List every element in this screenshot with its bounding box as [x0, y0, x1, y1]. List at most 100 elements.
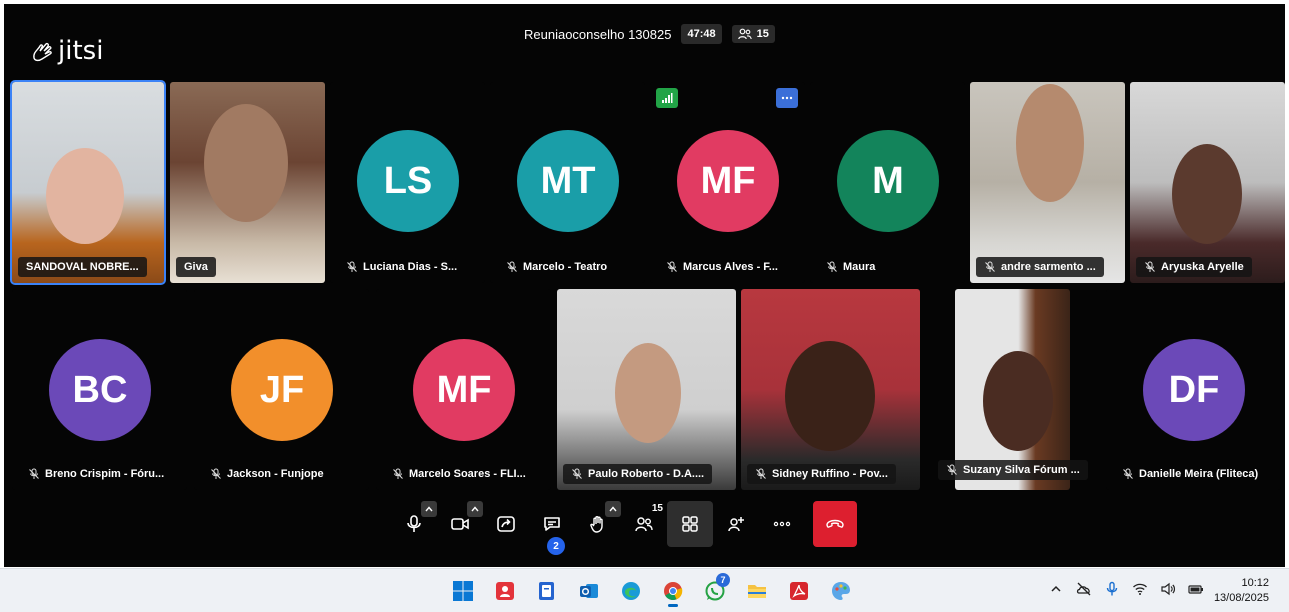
- volume-icon[interactable]: [1160, 581, 1176, 597]
- microphone-icon: [407, 515, 421, 532]
- participant-video: [204, 104, 288, 222]
- participant-name-label: Maura: [824, 257, 883, 277]
- participant-name-label: Marcelo Soares - FLI...: [390, 464, 534, 484]
- clock-time: 10:12: [1241, 577, 1269, 589]
- mic-muted-icon: [392, 468, 404, 480]
- participant-name-label: Jackson - Funjope: [208, 464, 332, 484]
- participant-avatar: MT: [517, 130, 619, 232]
- taskbar-app-edge[interactable]: [615, 575, 647, 607]
- whatsapp-unread-badge: 7: [716, 573, 730, 587]
- more-options-icon[interactable]: [776, 88, 798, 108]
- onedrive-offline-icon[interactable]: [1076, 581, 1092, 597]
- connection-quality-icon[interactable]: [656, 88, 678, 108]
- participant-name-label: Luciana Dias - S...: [344, 257, 465, 277]
- jitsi-hand-icon: [33, 42, 52, 62]
- participant-avatar: LS: [357, 130, 459, 232]
- logo-text: jitsi: [58, 36, 104, 66]
- tile-view-button[interactable]: [667, 501, 713, 547]
- mic-muted-icon: [506, 261, 518, 273]
- more-actions-button[interactable]: [759, 501, 805, 547]
- chevron-up-icon: [425, 506, 433, 512]
- chat-unread-badge: 2: [547, 537, 565, 555]
- participant-tile[interactable]: JF Jackson - Funjope: [194, 289, 369, 490]
- participant-video: [615, 343, 681, 443]
- chevron-up-icon: [471, 506, 479, 512]
- participant-tile[interactable]: Aryuska Aryelle: [1130, 82, 1285, 283]
- participant-name-label: Suzany Silva Fórum ...: [938, 460, 1088, 480]
- participant-name-label: Marcelo - Teatro: [504, 257, 615, 277]
- participant-tile[interactable]: M Maura: [810, 82, 965, 283]
- chevron-up-icon[interactable]: [1048, 581, 1064, 597]
- mic-muted-icon: [946, 464, 958, 476]
- camera-button[interactable]: [437, 501, 483, 547]
- chat-icon: [544, 517, 560, 531]
- participant-tile[interactable]: LS Luciana Dias - S...: [330, 82, 485, 283]
- participant-tile[interactable]: DF Danielle Meira (Fliteca): [1106, 289, 1281, 490]
- participant-name-label: Sidney Ruffino - Pov...: [747, 464, 896, 484]
- camera-options-caret[interactable]: [467, 501, 483, 517]
- participant-tile[interactable]: MF Marcelo Soares - FLI...: [376, 289, 551, 490]
- raise-hand-button[interactable]: [575, 501, 621, 547]
- participant-name-label: Danielle Meira (Fliteca): [1120, 464, 1266, 484]
- meeting-screen: jitsi Reuniaoconselho 130825 47:48 15 SA…: [4, 4, 1285, 567]
- taskbar-app-whatsapp[interactable]: 7: [699, 573, 731, 607]
- participant-tile[interactable]: andre sarmento ...: [970, 82, 1125, 283]
- taskbar-app-contacts[interactable]: [489, 575, 521, 607]
- chat-button[interactable]: 2: [529, 501, 575, 555]
- hangup-button[interactable]: [813, 501, 857, 547]
- add-user-icon: [728, 517, 744, 532]
- participant-tile[interactable]: MF Marcus Alves - F...: [650, 82, 805, 283]
- share-screen-icon: [497, 516, 515, 532]
- windows-icon: [453, 581, 473, 601]
- taskbar-app-chrome[interactable]: [657, 575, 689, 607]
- taskbar-app-notes[interactable]: [531, 575, 563, 607]
- participant-tile[interactable]: Giva: [170, 82, 325, 283]
- start-button[interactable]: [447, 575, 479, 607]
- grid-icon: [682, 516, 698, 532]
- more-horizontal-icon: [773, 521, 791, 527]
- wifi-icon[interactable]: [1132, 581, 1148, 597]
- share-screen-button[interactable]: [483, 501, 529, 547]
- taskbar-app-paint[interactable]: [825, 575, 857, 607]
- edge-icon: [622, 582, 640, 600]
- microphone-button[interactable]: [391, 501, 437, 547]
- invite-button[interactable]: [713, 501, 759, 547]
- battery-icon[interactable]: [1188, 581, 1204, 597]
- participant-tile[interactable]: Paulo Roberto - D.A....: [557, 289, 736, 490]
- participant-tile[interactable]: SANDOVAL NOBRE...: [10, 80, 166, 285]
- camera-icon: [451, 518, 469, 530]
- phone-hangup-icon: [826, 519, 844, 528]
- reactions-options-caret[interactable]: [605, 501, 621, 517]
- taskbar-app-file-explorer[interactable]: [741, 575, 773, 607]
- participants-count-badge: 15: [651, 503, 663, 514]
- participant-name-label: Marcus Alves - F...: [664, 257, 786, 277]
- participant-count: 15: [756, 28, 769, 40]
- meeting-info: Reuniaoconselho 130825 47:48 15: [524, 24, 775, 44]
- taskbar-app-acrobat[interactable]: [783, 575, 815, 607]
- participant-count-badge[interactable]: 15: [731, 25, 775, 43]
- microphone-in-use-icon[interactable]: [1104, 581, 1120, 597]
- participant-tile[interactable]: BC Breno Crispim - Fóru...: [12, 289, 187, 490]
- contacts-icon: [496, 582, 514, 600]
- jitsi-logo[interactable]: jitsi: [30, 36, 103, 66]
- palette-icon: [832, 582, 850, 600]
- raise-hand-icon: [590, 516, 603, 533]
- mic-muted-icon: [826, 261, 838, 273]
- microphone-options-caret[interactable]: [421, 501, 437, 517]
- pdf-icon: [790, 582, 808, 600]
- system-tray: [1048, 581, 1204, 597]
- participant-video: [1172, 144, 1242, 244]
- taskbar-clock[interactable]: 10:12 13/08/2025: [1214, 576, 1269, 606]
- chrome-icon: [664, 582, 683, 601]
- mic-muted-icon: [1122, 468, 1134, 480]
- participant-avatar: DF: [1143, 339, 1245, 441]
- meeting-toolbar: 2 15: [391, 501, 857, 555]
- participant-tile[interactable]: MT Marcelo - Teatro: [490, 82, 645, 283]
- participant-name-label: Aryuska Aryelle: [1136, 257, 1252, 277]
- taskbar-app-outlook[interactable]: [573, 575, 605, 607]
- participant-name-label: SANDOVAL NOBRE...: [18, 257, 147, 277]
- participants-button[interactable]: 15: [621, 501, 667, 547]
- participant-tile[interactable]: Sidney Ruffino - Pov...: [741, 289, 920, 490]
- mic-muted-icon: [28, 468, 40, 480]
- meeting-name: Reuniaoconselho 130825: [524, 26, 672, 42]
